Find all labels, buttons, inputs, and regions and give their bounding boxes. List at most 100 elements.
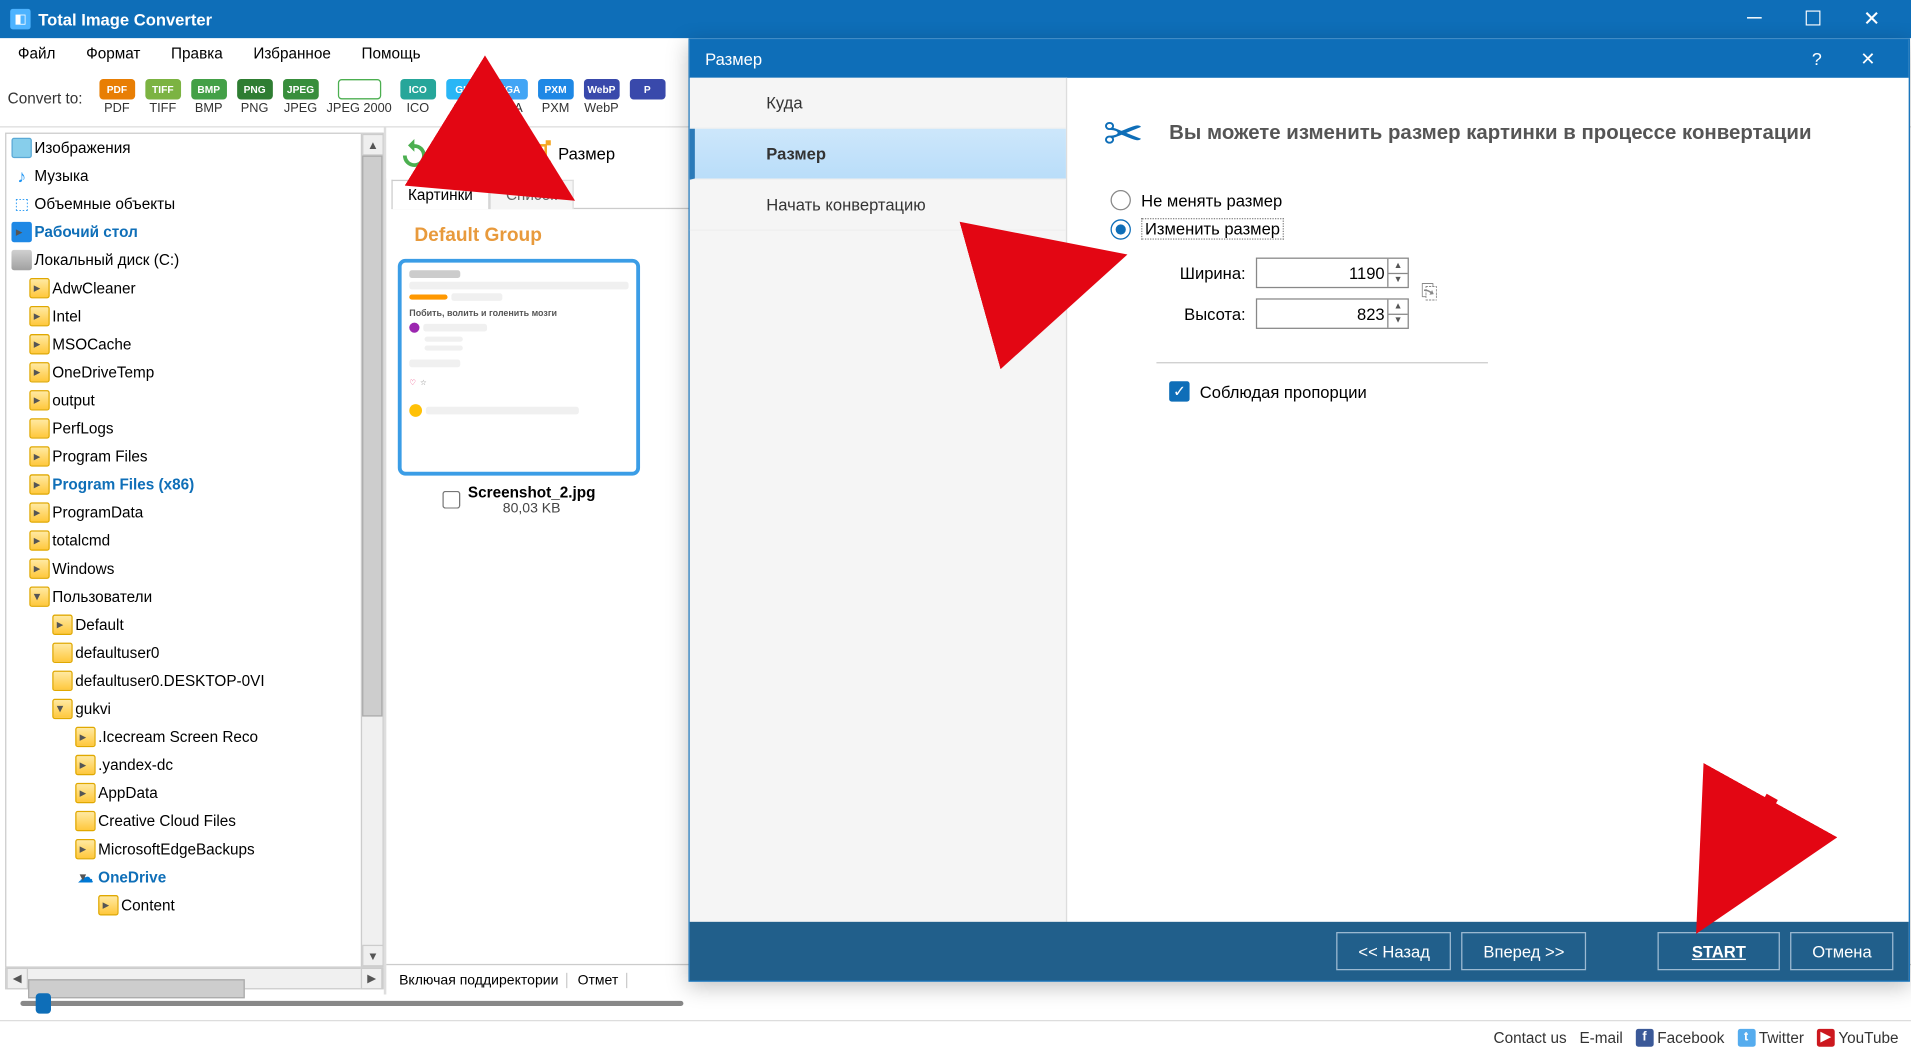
keep-aspect-checkbox[interactable]: ✓ Соблюдая пропорции <box>1169 381 1883 401</box>
tree-node[interactable]: ▸.Icecream Screen Reco <box>6 723 382 751</box>
tree-node[interactable]: ▸Рабочий стол <box>6 218 382 246</box>
format-p[interactable]: P <box>626 79 669 116</box>
resize-button[interactable]: Размер <box>515 135 623 171</box>
format-badge: TGA <box>492 79 528 99</box>
contact-us-link[interactable]: Contact us <box>1494 1028 1567 1046</box>
dialog-nav-item[interactable]: Размер <box>690 129 1066 180</box>
tree-node[interactable]: ▾Локальный диск (C:) <box>6 246 382 274</box>
tree-node[interactable]: ▸totalcmd <box>6 527 382 555</box>
thumbnail-filename: Screenshot_2.jpg <box>468 483 596 501</box>
youtube-link[interactable]: ▶YouTube <box>1817 1028 1899 1046</box>
format-gif[interactable]: GIFGIF <box>442 79 485 116</box>
tree-node-label: Content <box>121 896 175 914</box>
dialog-close-button[interactable]: ✕ <box>1842 48 1893 70</box>
format-label: ICO <box>406 102 429 116</box>
tree-node[interactable]: ▸Program Files (x86) <box>6 470 382 498</box>
spin-up[interactable]: ▲ <box>1388 259 1407 274</box>
next-button[interactable]: Вперед >> <box>1462 932 1586 970</box>
tree-node[interactable]: ▸Изображения <box>6 134 382 162</box>
tree-node[interactable]: ▸Program Files <box>6 442 382 470</box>
spin-up[interactable]: ▲ <box>1388 300 1407 315</box>
footer-mark[interactable]: Отмет <box>570 972 627 987</box>
menu-правка[interactable]: Правка <box>158 42 235 65</box>
tree-node[interactable]: ▸MSOCache <box>6 330 382 358</box>
format-tiff[interactable]: TIFFTIFF <box>141 79 184 116</box>
tab-list[interactable]: Список <box>489 180 573 209</box>
width-input[interactable]: 1190 ▲▼ <box>1256 258 1409 289</box>
format-png[interactable]: PNGPNG <box>233 79 276 116</box>
height-input[interactable]: 823 ▲▼ <box>1256 298 1409 329</box>
tree-node[interactable]: ▾Пользователи <box>6 583 382 611</box>
dialog-help-button[interactable]: ? <box>1791 48 1842 68</box>
width-value: 1190 <box>1349 263 1385 282</box>
menu-формат[interactable]: Формат <box>73 42 153 65</box>
tree-node[interactable]: ▾☁OneDrive <box>6 863 382 891</box>
tree-node[interactable]: ▸AdwCleaner <box>6 274 382 302</box>
tree-node[interactable]: ▸OneDriveTemp <box>6 358 382 386</box>
tree-node[interactable]: ♪Музыка <box>6 162 382 190</box>
tree-horizontal-scrollbar[interactable]: ◀ ▶ <box>5 968 384 990</box>
back-button[interactable]: << Назад <box>1337 932 1452 970</box>
format-label: PNG <box>241 102 269 116</box>
thumbnail-checkbox[interactable] <box>442 491 460 509</box>
folder-icon <box>52 671 72 691</box>
format-pxm[interactable]: PXMPXM <box>534 79 577 116</box>
tree-node-label: Windows <box>52 560 114 578</box>
format-badge: WebP <box>584 79 620 99</box>
radio-keep-size[interactable]: Не менять размер <box>1111 190 1884 210</box>
tree-node[interactable]: ▸Content <box>6 891 382 919</box>
format-webp[interactable]: WebPWebP <box>580 79 623 116</box>
window-close-button[interactable]: ✕ <box>1842 0 1901 38</box>
tree-node[interactable]: ▸AppData <box>6 779 382 807</box>
app-title: Total Image Converter <box>38 10 1725 29</box>
email-link[interactable]: E-mail <box>1579 1028 1622 1046</box>
tree-node[interactable]: ▸output <box>6 386 382 414</box>
music-icon: ♪ <box>11 166 31 186</box>
window-maximize-button[interactable]: ☐ <box>1784 0 1843 38</box>
tree-node[interactable]: defaultuser0 <box>6 639 382 667</box>
zoom-slider[interactable] <box>0 995 1911 1021</box>
folder-tree[interactable]: ▸Изображения♪Музыка⬚Объемные объекты▸Раб… <box>6 134 382 919</box>
dialog-nav-item[interactable]: Начать конвертацию <box>690 180 1066 231</box>
link-aspect-icon[interactable]: ⎘ <box>1414 268 1445 319</box>
format-tga[interactable]: TGATGA <box>488 79 531 116</box>
tree-node[interactable]: ▸ProgramData <box>6 499 382 527</box>
menu-файл[interactable]: Файл <box>5 42 68 65</box>
radio-icon <box>1111 190 1131 210</box>
tree-node[interactable]: PerfLogs <box>6 414 382 442</box>
format-jpeg[interactable]: JPEGJPEG <box>279 79 322 116</box>
menu-избранное[interactable]: Избранное <box>241 42 344 65</box>
cancel-button[interactable]: Отмена <box>1791 932 1894 970</box>
format-jpeg2000[interactable]: JP2KJPEG 2000 <box>325 79 394 116</box>
spin-down[interactable]: ▼ <box>1388 314 1407 327</box>
tree-node[interactable]: defaultuser0.DESKTOP-0VI <box>6 667 382 695</box>
thumbnail-item[interactable]: Побить, волить и голенить мозги ♡☆ Scree… <box>391 259 646 517</box>
facebook-link[interactable]: fFacebook <box>1636 1028 1725 1046</box>
tree-node[interactable]: ▸Windows <box>6 555 382 583</box>
tree-node[interactable]: ▾gukvi <box>6 695 382 723</box>
menu-помощь[interactable]: Помощь <box>349 42 434 65</box>
format-ico[interactable]: ICOICO <box>396 79 439 116</box>
spin-down[interactable]: ▼ <box>1388 273 1407 286</box>
rotate-button[interactable]: Поворот <box>391 135 507 171</box>
format-pdf[interactable]: PDFPDF <box>95 79 138 116</box>
format-label: BMP <box>195 102 223 116</box>
window-minimize-button[interactable]: ─ <box>1725 0 1784 38</box>
tree-node[interactable]: Creative Cloud Files <box>6 807 382 835</box>
tree-node[interactable]: ▸Intel <box>6 302 382 330</box>
radio-change-size[interactable]: Изменить размер <box>1111 218 1884 240</box>
footer-include-subdirs[interactable]: Включая поддиректории <box>391 972 567 987</box>
tree-vertical-scrollbar[interactable]: ▲ ▼ <box>361 134 383 967</box>
tab-pictures[interactable]: Картинки <box>391 180 489 209</box>
tree-node[interactable]: ▸MicrosoftEdgeBackups <box>6 835 382 863</box>
start-button[interactable]: START <box>1657 932 1780 970</box>
format-bmp[interactable]: BMPBMP <box>187 79 230 116</box>
tree-node[interactable]: ▸.yandex-dc <box>6 751 382 779</box>
tree-node[interactable]: ▸Default <box>6 611 382 639</box>
tree-node[interactable]: ⬚Объемные объекты <box>6 190 382 218</box>
tree-node-label: Изображения <box>34 139 130 157</box>
pic-icon <box>11 138 31 158</box>
twitter-link[interactable]: tTwitter <box>1737 1028 1804 1046</box>
folder-icon <box>52 615 72 635</box>
dialog-nav-item[interactable]: Куда <box>690 78 1066 129</box>
